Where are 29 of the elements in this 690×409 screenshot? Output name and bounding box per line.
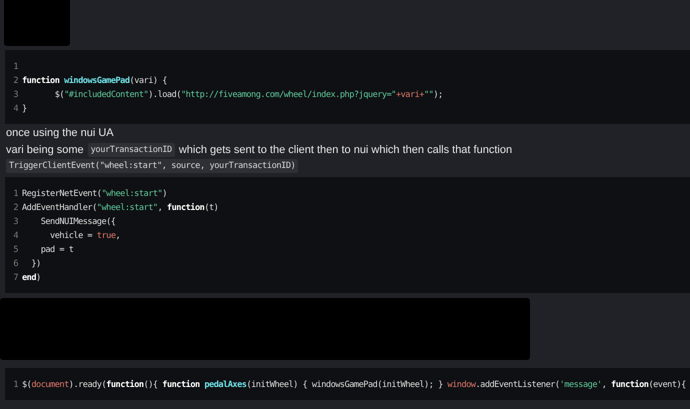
line-number: 6 [13, 258, 18, 271]
line-number: 1 [13, 61, 18, 74]
line-number: 7 [13, 272, 18, 285]
paragraph-text: which gets sent to the client then to nui which then calls that function [178, 143, 512, 158]
line-number: 5 [13, 244, 18, 257]
line-number: 2 [13, 75, 18, 88]
code-line: AddEventHandler("wheel:start", function(t) [22, 202, 218, 215]
line-number: 4 [13, 103, 18, 116]
line-number: 4 [13, 230, 18, 243]
code-line: } [22, 103, 27, 116]
code-line: function windowsGamePad(vari) { [22, 75, 167, 88]
paragraph-text: vari being some [6, 143, 84, 158]
line-number: 3 [13, 216, 18, 229]
code-line: pad = t [40, 244, 74, 257]
paragraph-text: once using the nui UA [6, 126, 114, 141]
code-line: vehicle = true, [49, 230, 120, 243]
code-line: }) [30, 258, 41, 271]
code-line: end) [22, 272, 41, 285]
line-number: 1 [13, 188, 18, 201]
line-number: 2 [13, 202, 18, 215]
code-line: RegisterNetEvent("wheel:start") [22, 188, 167, 201]
inline-code: yourTransactionID [88, 143, 175, 157]
code-line: SendNUIMessage({ [40, 216, 116, 229]
line-number: 3 [13, 89, 18, 102]
inline-code: TriggerClientEvent("wheel:start", source, yourTransactionID) [6, 159, 298, 173]
code-line: $(document).ready(function(){ function pedalAxes(initWheel) { windowsGamePad(initWheel); } window.addEventListener('message', function(event){ [22, 379, 686, 392]
code-line: $("#includedContent").load("http://fiveamong.com/wheel/index.php?jquery="+vari+""); [54, 89, 443, 102]
line-number: 1 [13, 379, 18, 392]
redacted-block [4, 0, 70, 46]
